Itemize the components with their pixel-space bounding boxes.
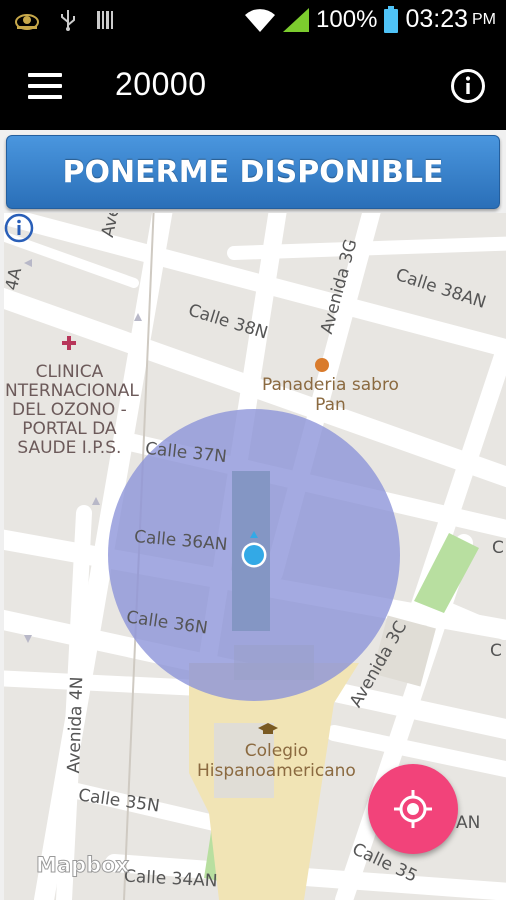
menu-icon[interactable] [28,73,62,99]
app-notification-icon [15,14,39,30]
street-label: AN [456,813,481,833]
signal-icon [283,7,310,32]
info-icon[interactable] [450,68,486,104]
location-dot [244,545,264,565]
barcode-icon [97,11,113,29]
crosshair-icon [394,790,432,828]
bakery-label: Panaderia sabro Pan [262,375,399,415]
school-label: Colegio Hispanoamericano [197,741,356,781]
street-label: C [492,538,504,558]
notification-icons [14,8,114,32]
clinic-label: CLINICA INTERNACIONAL DEL OZONO - PORTAL… [4,362,139,458]
my-location-button[interactable] [368,764,458,854]
status-bar: 100% 03:23 PM [0,0,506,42]
street-label: C [490,641,502,661]
clock-ampm: PM [472,10,496,28]
battery-icon [384,5,399,33]
street-label: Avenida 4N [64,676,88,774]
available-button[interactable]: PONERME DISPONIBLE [6,135,500,209]
attribution-info-icon[interactable] [4,213,34,243]
usb-icon [61,10,75,31]
app-title: 20000 [115,66,207,102]
system-status: 100% 03:23 PM [244,5,496,34]
mapbox-logo: Mapbox [35,853,130,878]
wifi-icon [245,8,276,32]
battery-percent: 100% [316,5,378,33]
clock-time: 03:23 [405,5,468,33]
app-bar: 20000 [0,42,506,130]
main-content: PONERME DISPONIBLE Avenida 3G Calle 38AN… [0,130,506,900]
